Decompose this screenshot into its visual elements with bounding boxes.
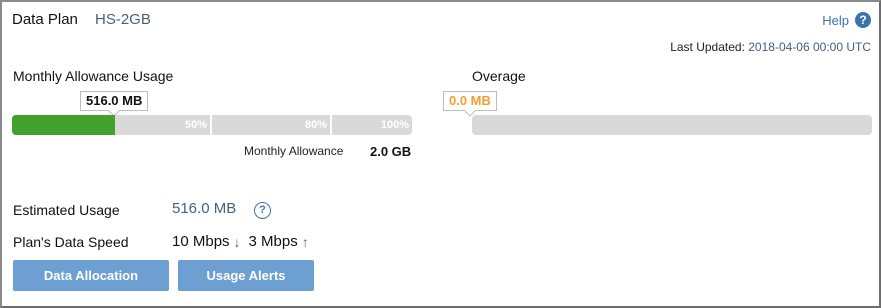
monthly-allowance-value: 2.0 GB <box>370 144 412 159</box>
arrow-down-icon: ↓ <box>233 233 241 250</box>
help-link[interactable]: Help ? <box>822 12 871 28</box>
download-speed: 10 Mbps <box>172 233 230 250</box>
monthly-usage-title: Monthly Allowance Usage <box>13 68 174 84</box>
arrow-up-icon: ↑ <box>301 233 309 250</box>
monthly-usage-bar: 50% 80% 100% <box>12 115 412 135</box>
data-speed-values: 10 Mbps ↓ 3 Mbps ↑ <box>172 233 309 250</box>
mark-80: 80% <box>212 115 332 135</box>
info-icon[interactable]: ? <box>254 202 271 219</box>
data-allocation-button[interactable]: Data Allocation <box>13 260 169 291</box>
help-icon[interactable]: ? <box>855 12 871 28</box>
upload-speed: 3 Mbps <box>248 233 298 250</box>
overage-bar <box>472 115 872 135</box>
usage-alerts-button[interactable]: Usage Alerts <box>178 260 314 291</box>
help-label[interactable]: Help <box>822 13 849 28</box>
last-updated-label: Last Updated: <box>670 40 745 54</box>
mark-100: 100% <box>380 119 409 131</box>
data-plan-label: Data Plan <box>12 11 78 28</box>
mark-50: 50% <box>12 115 212 135</box>
data-plan-panel: Data Plan HS-2GB Help ? Last Updated: 20… <box>0 0 881 308</box>
last-updated-value: 2018-04-06 00:00 UTC <box>748 40 871 54</box>
overage-bubble: 0.0 MB <box>443 91 497 111</box>
estimated-usage-value: 516.0 MB <box>172 200 237 217</box>
monthly-allowance-label: Monthly Allowance <box>244 144 344 158</box>
overage-title: Overage <box>472 68 526 84</box>
estimated-usage-label: Estimated Usage <box>13 202 120 218</box>
plan-name: HS-2GB <box>95 11 151 28</box>
data-speed-label: Plan's Data Speed <box>13 234 129 250</box>
monthly-used-bubble: 516.0 MB <box>80 91 149 111</box>
last-updated: Last Updated: 2018-04-06 00:00 UTC <box>670 40 871 54</box>
